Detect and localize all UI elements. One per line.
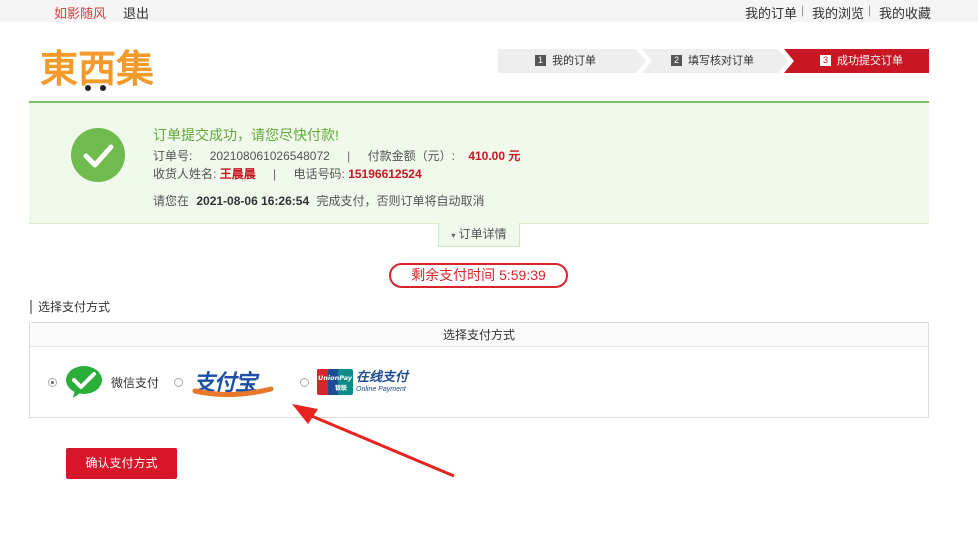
deadline-row: 请您在 2021-08-06 16:26:54 完成支付，否则订单将自动取消 (153, 194, 485, 208)
top-bar: 如影随风 退出 我的订单 | 我的浏览 | 我的收藏 (0, 0, 978, 22)
success-check-icon (71, 128, 125, 182)
order-number: 202108061026548072 (209, 149, 330, 163)
order-amount: 410.00 元 (468, 149, 521, 163)
my-favorites-link[interactable]: 我的收藏 (879, 3, 931, 22)
pay-section-title: 选择支付方式 (30, 300, 110, 314)
order-progress-steps: 1 我的订单 2 填写核对订单 3 成功提交订单 (498, 49, 929, 73)
pay-option-wechat[interactable]: 微信支付 (48, 364, 159, 400)
payment-countdown: 剩余支付时间 5:59:39 (389, 263, 568, 288)
wechat-pay-icon (66, 366, 102, 398)
step-my-orders: 1 我的订单 (535, 49, 596, 73)
topbar-separator: | (801, 3, 805, 17)
user-name-link[interactable]: 如影随风 (54, 3, 106, 22)
pay-option-unionpay[interactable]: UnionPay 银联 在线支付 Online Payment (300, 364, 408, 400)
success-title: 订单提交成功，请您尽快付款! (153, 127, 339, 143)
payment-method-box: 选择支付方式 微信支付 支付宝 UnionPay 银联 在线支付 Online … (29, 322, 929, 418)
my-browse-link[interactable]: 我的浏览 (812, 3, 864, 22)
order-info-row: 订单号: 202108061026548072 | 付款金额（元）: 410.0… (153, 149, 521, 163)
wechat-pay-label: 微信支付 (111, 375, 160, 390)
caret-down-icon: ▾ (451, 231, 456, 240)
unionpay-icon: UnionPay 银联 (317, 369, 353, 395)
logo-wordmark: 東西集 (40, 47, 154, 91)
pay-deadline: 2021-08-06 16:26:54 (196, 194, 310, 208)
unionpay-label-en: Online Payment (356, 385, 406, 393)
pay-option-alipay[interactable]: 支付宝 (174, 364, 275, 400)
receiver-phone: 15196612524 (348, 167, 422, 181)
wechat-radio[interactable] (48, 377, 57, 387)
logout-link[interactable]: 退出 (123, 3, 149, 22)
step-submit-success: 3 成功提交订单 (820, 49, 903, 73)
topbar-separator: | (868, 3, 872, 17)
svg-text:银联: 银联 (335, 384, 347, 392)
receiver-name: 王晨晨 (219, 167, 256, 181)
site-logo[interactable]: 東西集 (40, 44, 160, 94)
my-orders-link[interactable]: 我的订单 (745, 3, 797, 22)
step-fill-order: 2 填写核对订单 (671, 49, 754, 73)
confirm-payment-button[interactable]: 确认支付方式 (66, 448, 177, 479)
order-success-panel: 订单提交成功，请您尽快付款! 订单号: 202108061026548072 |… (29, 103, 929, 224)
receiver-info-row: 收货人姓名: 王晨晨 | 电话号码: 15196612524 (153, 167, 422, 181)
svg-text:UnionPay: UnionPay (318, 374, 353, 382)
unionpay-radio[interactable] (300, 377, 309, 387)
payment-box-header: 选择支付方式 (30, 323, 928, 347)
unionpay-label-cn: 在线支付 (356, 368, 409, 384)
alipay-logo: 支付宝 (191, 365, 275, 399)
order-details-toggle[interactable]: ▾ 订单详情 (438, 223, 520, 247)
alipay-radio[interactable] (174, 377, 183, 387)
